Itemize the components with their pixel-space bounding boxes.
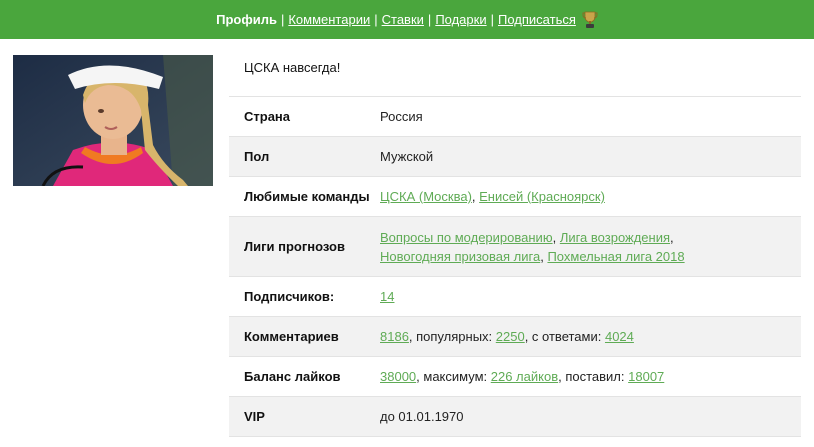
comments-total-link[interactable]: 8186 bbox=[380, 329, 409, 344]
country-label: Страна bbox=[244, 109, 291, 124]
country-value: Россия bbox=[380, 109, 423, 124]
table-row: Комментариев 8186, популярных: 2250, с о… bbox=[229, 316, 801, 357]
trophy-icon bbox=[582, 11, 598, 29]
nav-link-gifts[interactable]: Подарки bbox=[435, 12, 486, 27]
profile-status: ЦСКА навсегда! bbox=[244, 60, 341, 75]
subscribers-count-link[interactable]: 14 bbox=[380, 289, 394, 304]
likes-given-text: , поставил: bbox=[558, 369, 629, 384]
table-row: Подписчиков: 14 bbox=[229, 276, 801, 317]
table-row: Любимые команды ЦСКА (Москва), Енисей (К… bbox=[229, 176, 801, 217]
league-link[interactable]: Новогодняя призовая лига bbox=[380, 249, 540, 264]
nav-separator: | bbox=[490, 12, 494, 27]
nav-link-subscribe[interactable]: Подписаться bbox=[498, 12, 576, 27]
teams-value: ЦСКА (Москва), Енисей (Красноярск) bbox=[380, 177, 801, 217]
nav-separator: | bbox=[427, 12, 432, 27]
subscribers-value: 14 bbox=[380, 277, 801, 317]
comments-value: 8186, популярных: 2250, с ответами: 4024 bbox=[380, 317, 801, 357]
table-row: Баланс лайков 38000, максимум: 226 лайко… bbox=[229, 356, 801, 397]
table-row: VIP до 01.01.1970 bbox=[229, 396, 801, 437]
vip-value: до 01.01.1970 bbox=[380, 409, 464, 424]
gender-value: Мужской bbox=[380, 149, 434, 164]
comments-replies-link[interactable]: 4024 bbox=[605, 329, 634, 344]
nav-link-bets[interactable]: Ставки bbox=[382, 12, 424, 27]
teams-label: Любимые команды bbox=[244, 189, 370, 204]
vip-label: VIP bbox=[244, 409, 265, 424]
profile-info-table: Страна Россия Пол Мужской Любимые команд… bbox=[229, 96, 801, 437]
likes-max-text: , максимум: bbox=[416, 369, 491, 384]
table-row: Страна Россия bbox=[229, 96, 801, 137]
comments-popular-text: , популярных: bbox=[408, 329, 496, 344]
gender-label: Пол bbox=[244, 149, 270, 164]
likes-max-link[interactable]: 226 лайков bbox=[491, 369, 558, 384]
table-row: Пол Мужской bbox=[229, 136, 801, 177]
league-link[interactable]: Похмельная лига 2018 bbox=[547, 249, 684, 264]
league-link[interactable]: Лига возрождения bbox=[560, 230, 670, 245]
league-link[interactable]: Вопросы по модерированию bbox=[380, 230, 553, 245]
table-row: Лиги прогнозов Вопросы по модерированию,… bbox=[229, 216, 801, 277]
nav-current-profile: Профиль bbox=[216, 12, 277, 27]
likes-balance-link[interactable]: 38000 bbox=[380, 369, 416, 384]
likes-given-link[interactable]: 18007 bbox=[628, 369, 664, 384]
likes-value: 38000, максимум: 226 лайков, поставил: 1… bbox=[380, 357, 801, 397]
comments-popular-link[interactable]: 2250 bbox=[496, 329, 525, 344]
list-separator: , bbox=[552, 229, 560, 245]
comments-label: Комментариев bbox=[244, 329, 339, 344]
subscribers-label: Подписчиков: bbox=[244, 289, 335, 304]
comments-replies-text: , с ответами: bbox=[524, 329, 605, 344]
avatar bbox=[13, 55, 213, 186]
leagues-label: Лиги прогнозов bbox=[244, 239, 345, 254]
leagues-value: Вопросы по модерированию, Лига возрожден… bbox=[380, 217, 801, 277]
nav-link-comments[interactable]: Комментарии bbox=[288, 12, 370, 27]
team-link[interactable]: ЦСКА (Москва) bbox=[380, 189, 472, 204]
likes-label: Баланс лайков bbox=[244, 369, 341, 384]
profile-nav: Профиль | Комментарии | Ставки | Подарки… bbox=[0, 0, 814, 39]
team-link[interactable]: Енисей (Красноярск) bbox=[479, 189, 605, 204]
nav-separator: | bbox=[280, 12, 285, 27]
list-separator: , bbox=[670, 229, 674, 245]
nav-separator: | bbox=[374, 12, 378, 27]
